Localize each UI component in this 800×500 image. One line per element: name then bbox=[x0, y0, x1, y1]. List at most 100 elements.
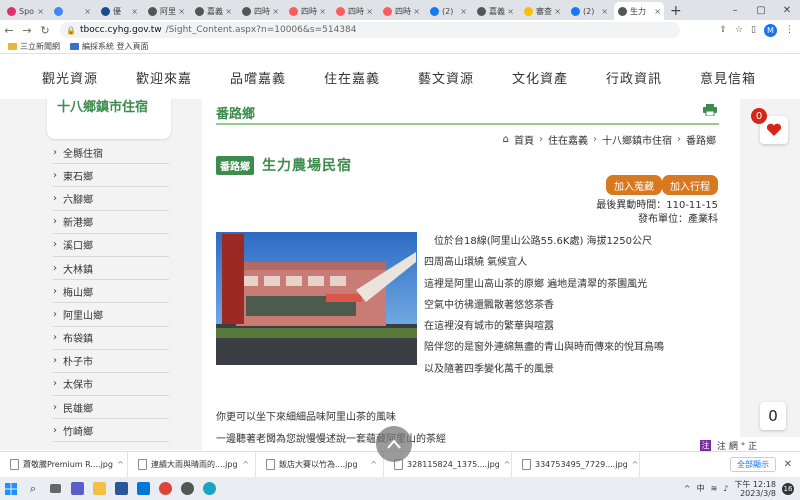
chrome-icon[interactable] bbox=[154, 477, 176, 500]
close-icon[interactable]: ✕ bbox=[784, 459, 792, 470]
close-icon[interactable]: × bbox=[601, 7, 608, 16]
browser-tab[interactable]: (2) × bbox=[567, 2, 611, 20]
profile-avatar[interactable]: M bbox=[764, 23, 777, 37]
close-icon[interactable]: × bbox=[37, 7, 44, 16]
close-icon[interactable]: × bbox=[319, 7, 326, 16]
sidebar-item[interactable]: › 六腳鄉 bbox=[53, 187, 169, 211]
close-icon[interactable]: × bbox=[507, 7, 514, 16]
reload-icon[interactable]: ↻ bbox=[36, 24, 54, 37]
close-icon[interactable]: × bbox=[178, 7, 185, 16]
app-icon[interactable] bbox=[110, 477, 132, 500]
close-icon[interactable]: × bbox=[654, 7, 661, 16]
show-all-downloads-button[interactable]: 全部顯示 bbox=[730, 457, 776, 472]
browser-tab[interactable]: 四時 × bbox=[285, 2, 329, 20]
scroll-top-button[interactable] bbox=[376, 426, 412, 462]
download-item[interactable]: 蕭敬騰Premium R....jpg ^ bbox=[0, 451, 128, 478]
browser-tab[interactable]: 四時 × bbox=[238, 2, 282, 20]
sidebar-item[interactable]: › 民雄鄉 bbox=[53, 396, 169, 420]
chat-icon[interactable] bbox=[66, 477, 88, 500]
close-icon[interactable]: ✕ bbox=[774, 5, 800, 16]
new-tab-button[interactable]: + bbox=[670, 2, 682, 20]
app-icon[interactable] bbox=[176, 477, 198, 500]
sidebar-item[interactable]: › 溪口鄉 bbox=[53, 234, 169, 257]
nav-item[interactable]: 藝文資源 bbox=[418, 68, 512, 87]
nav-item[interactable]: 品嚐嘉義 bbox=[230, 68, 324, 87]
file-explorer-icon[interactable] bbox=[88, 477, 110, 500]
close-icon[interactable]: × bbox=[225, 7, 232, 16]
tab-favicon-icon bbox=[383, 6, 392, 16]
counter-button[interactable]: 0 bbox=[760, 402, 786, 430]
close-icon[interactable]: × bbox=[272, 7, 279, 16]
print-icon[interactable] bbox=[703, 104, 717, 116]
breadcrumb: ⌂ 首頁 › 住在嘉義 › 十八鄉鎮市住宿 › 番路鄉 bbox=[503, 132, 716, 147]
back-icon[interactable]: ← bbox=[0, 24, 18, 37]
breadcrumb-link[interactable]: 住在嘉義 bbox=[548, 132, 588, 147]
bookmark-star-icon[interactable]: ☆ bbox=[735, 25, 743, 35]
speaker-icon[interactable]: ♪ bbox=[723, 484, 728, 493]
close-icon[interactable]: × bbox=[366, 7, 373, 16]
browser-tab[interactable]: 四時 × bbox=[379, 2, 423, 20]
close-icon[interactable]: × bbox=[413, 7, 420, 16]
input-language[interactable]: 中 bbox=[697, 483, 705, 494]
browser-tab[interactable]: 阿里 × bbox=[144, 2, 188, 20]
task-view-icon[interactable] bbox=[44, 477, 66, 500]
sidebar-item[interactable]: › 朴子市 bbox=[53, 350, 169, 373]
close-icon[interactable]: × bbox=[554, 7, 561, 16]
add-favorite-button[interactable]: 加入蒐藏 bbox=[606, 175, 662, 195]
bookmark-item[interactable]: 編採系統 登入頁面 bbox=[70, 41, 149, 52]
maximize-icon[interactable]: ▢ bbox=[748, 5, 774, 16]
browser-menu-icon[interactable]: ⋮ bbox=[785, 25, 794, 35]
ime-label[interactable]: 注 網 ° 正 bbox=[717, 439, 757, 452]
sidebar-item[interactable]: › 大林鎮 bbox=[53, 257, 169, 281]
breadcrumb-link[interactable]: 首頁 bbox=[514, 132, 534, 147]
edge-icon[interactable] bbox=[198, 477, 220, 500]
sidebar-item[interactable]: › 太保市 bbox=[53, 373, 169, 397]
chevron-up-icon[interactable]: ^ bbox=[684, 484, 691, 493]
sidebar-item[interactable]: › 阿里山鄉 bbox=[53, 303, 169, 327]
sidebar-item[interactable]: › 竹崎鄉 bbox=[53, 419, 169, 443]
store-icon[interactable] bbox=[132, 477, 154, 500]
windows-start-icon[interactable] bbox=[0, 477, 22, 500]
nav-item[interactable]: 住在嘉義 bbox=[324, 68, 418, 87]
forward-icon[interactable]: → bbox=[18, 24, 36, 37]
minimize-icon[interactable]: – bbox=[722, 5, 748, 16]
sidebar-item[interactable]: › 梅山鄉 bbox=[53, 280, 169, 304]
close-icon[interactable]: × bbox=[84, 7, 91, 16]
browser-tab[interactable]: 嘉義 × bbox=[473, 2, 517, 20]
ime-mode-icon[interactable]: 注 bbox=[700, 439, 711, 451]
close-icon[interactable]: × bbox=[460, 7, 467, 16]
nav-item[interactable]: 文化資產 bbox=[512, 68, 606, 87]
wifi-icon[interactable]: ≋ bbox=[711, 484, 718, 493]
nav-item[interactable]: 意見信箱 bbox=[700, 68, 794, 87]
notification-badge[interactable]: 16 bbox=[782, 482, 794, 495]
browser-tab[interactable]: Spo × bbox=[3, 2, 47, 20]
sidebar-item[interactable]: › 布袋鎮 bbox=[53, 327, 169, 350]
sidebar-item[interactable]: › 全縣住宿 bbox=[53, 141, 169, 165]
sidebar-item[interactable]: › 東石鄉 bbox=[53, 164, 169, 188]
sidebar-item[interactable]: › 新港鄉 bbox=[53, 211, 169, 234]
download-item[interactable]: 飯店大賽以竹為....jpg ^ bbox=[256, 451, 384, 478]
close-icon[interactable]: × bbox=[131, 7, 138, 16]
browser-tab[interactable]: 審查 × bbox=[520, 2, 564, 20]
browser-tab[interactable]: 優 × bbox=[97, 2, 141, 20]
search-icon[interactable]: ⌕ bbox=[22, 477, 44, 500]
share-icon[interactable]: ⇪ bbox=[719, 25, 727, 35]
bookmark-item[interactable]: 三立新聞網 bbox=[8, 41, 60, 52]
breadcrumb-link[interactable]: 十八鄉鎮市住宿 bbox=[602, 132, 672, 147]
url-field[interactable]: 🔒 tbocc.cyhg.gov.tw/Sight_Content.aspx?n… bbox=[60, 22, 680, 38]
browser-tab[interactable]: 四時 × bbox=[332, 2, 376, 20]
nav-item[interactable]: 觀光資源 bbox=[42, 68, 136, 87]
add-trip-button[interactable]: 加入行程 bbox=[662, 175, 718, 195]
nav-item[interactable]: 歡迎來嘉 bbox=[136, 68, 230, 87]
browser-tab[interactable]: (2) × bbox=[426, 2, 470, 20]
home-icon[interactable]: ⌂ bbox=[503, 134, 509, 145]
district-tag: 番路鄉 bbox=[216, 156, 254, 175]
download-item[interactable]: 連續大雨與晴雨的....jpg ^ bbox=[128, 451, 256, 478]
browser-tab[interactable]: 生力 × bbox=[614, 2, 664, 20]
nav-item[interactable]: 行政資訊 bbox=[606, 68, 700, 87]
browser-tab[interactable]: 嘉義 × bbox=[191, 2, 235, 20]
download-item[interactable]: 334753495_7729....jpg ^ bbox=[512, 451, 640, 478]
clock[interactable]: 下午 12:18 2023/3/8 bbox=[734, 480, 776, 498]
browser-tab[interactable]: × bbox=[50, 2, 94, 20]
sidepanel-icon[interactable]: ▯ bbox=[751, 25, 756, 35]
